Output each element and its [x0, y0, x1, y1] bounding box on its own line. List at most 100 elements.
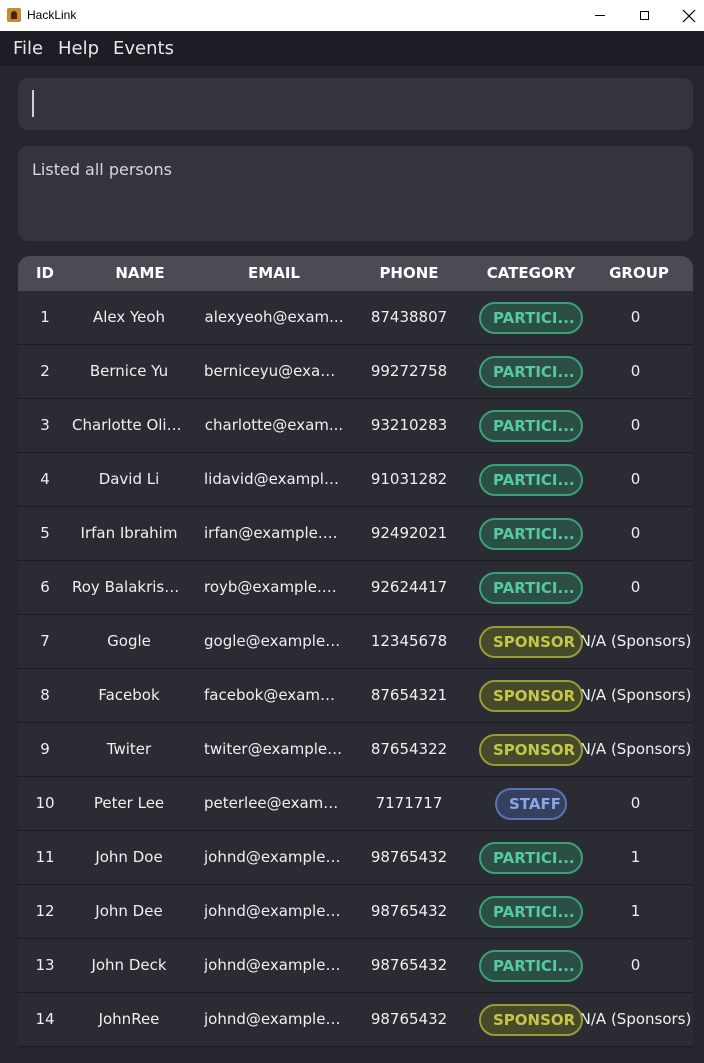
- cell-email: facebok@exampl...: [204, 686, 344, 704]
- cell-email: twiter@example....: [204, 740, 344, 758]
- cell-category: SPONSOR: [470, 615, 592, 668]
- cell-name: Roy Balakrish...: [72, 578, 186, 596]
- category-badge: PARTICI...: [479, 571, 583, 604]
- header-group[interactable]: GROUP: [592, 256, 686, 291]
- cell-id: 9: [40, 740, 50, 758]
- cell-email: berniceyu@exam...: [204, 362, 344, 380]
- minimize-icon: [595, 15, 605, 16]
- cell-id: 2: [40, 362, 50, 380]
- cell-category: PARTICI...: [470, 507, 592, 560]
- cell-name: Alex Yeoh: [92, 308, 166, 326]
- table-row[interactable]: 5 Irfan Ibrahim irfan@example.c... 92492021…: [18, 507, 693, 561]
- cell-group: 0: [630, 524, 641, 542]
- menu-events[interactable]: Events: [113, 38, 174, 59]
- cell-group: 0: [630, 578, 641, 596]
- table-row[interactable]: 1 Alex Yeoh alexyeoh@exam... 87438807 0 PARTI…: [18, 291, 693, 345]
- cell-category: PARTICI...: [470, 561, 592, 614]
- cell-id: 4: [40, 470, 50, 488]
- cell-phone: 98765432: [370, 1010, 448, 1028]
- cell-category: PARTICI...: [470, 399, 592, 452]
- menu-file[interactable]: File: [13, 38, 43, 59]
- command-box: [18, 78, 693, 130]
- table-row[interactable]: 9 Twiter twiter@example.... 87654322 N/A (Sp…: [18, 723, 693, 777]
- category-badge: PARTICI...: [479, 463, 583, 496]
- category-badge: PARTICI...: [479, 949, 583, 982]
- table-row[interactable]: 6 Roy Balakrish... royb@example.c... 926244…: [18, 561, 693, 615]
- table-row[interactable]: 14 JohnRee johnd@example.... 98765432 N/A (S…: [18, 993, 693, 1047]
- header-category[interactable]: CATEGORY: [470, 256, 592, 291]
- category-badge: PARTICI...: [479, 517, 583, 550]
- cell-name: Bernice Yu: [89, 362, 169, 380]
- cell-group: N/A (Sponsors): [579, 632, 692, 650]
- close-button[interactable]: [666, 0, 704, 31]
- table-header: ID NAME EMAIL PHONE CATEGORY GROUP: [18, 256, 693, 291]
- table-row[interactable]: 11 John Doe johnd@example.... 98765432 1 PART…: [18, 831, 693, 885]
- header-id[interactable]: ID: [18, 256, 72, 291]
- category-badge: SPONSOR: [479, 679, 583, 712]
- cell-phone: 98765432: [370, 956, 448, 974]
- cell-group: 0: [630, 470, 641, 488]
- cell-phone: 93210283: [370, 416, 448, 434]
- menu-bar: File Help Events: [0, 31, 704, 66]
- cell-name: David Li: [98, 470, 160, 488]
- cell-category: PARTICI...: [470, 345, 592, 398]
- cell-phone: 92492021: [370, 524, 448, 542]
- cell-email: johnd@example....: [204, 1010, 344, 1028]
- result-message: Listed all persons: [32, 160, 173, 179]
- cell-name: Twiter: [106, 740, 152, 758]
- cell-id: 7: [40, 632, 50, 650]
- cell-group: N/A (Sponsors): [579, 740, 692, 758]
- cell-group: 1: [630, 902, 641, 920]
- text-caret: [32, 90, 34, 117]
- cell-group: 0: [630, 956, 641, 974]
- command-input[interactable]: [30, 88, 684, 122]
- table-row[interactable]: 10 Peter Lee peterlee@examp... 7171717 0 STAF…: [18, 777, 693, 831]
- header-name[interactable]: NAME: [72, 256, 208, 291]
- table-row[interactable]: 12 John Dee johnd@example.... 98765432 1 PART…: [18, 885, 693, 939]
- cell-id: 1: [40, 308, 50, 326]
- header-phone[interactable]: PHONE: [362, 256, 456, 291]
- cell-phone: 98765432: [370, 902, 448, 920]
- table-row[interactable]: 7 Gogle gogle@example.... 12345678 N/A (Spon…: [18, 615, 693, 669]
- minimize-button[interactable]: [577, 0, 623, 31]
- cell-email: gogle@example....: [204, 632, 344, 650]
- category-badge: PARTICI...: [479, 841, 583, 874]
- table-row[interactable]: 8 Facebok facebok@exampl... 87654321 N/A (Sp…: [18, 669, 693, 723]
- table-row[interactable]: 13 John Deck johnd@example.... 98765432 0 PAR…: [18, 939, 693, 993]
- cell-name: Peter Lee: [93, 794, 165, 812]
- maximize-button[interactable]: [621, 0, 667, 31]
- app-icon: [7, 8, 21, 22]
- cell-email: lidavid@example...: [204, 470, 344, 488]
- close-icon: [682, 9, 696, 22]
- cell-category: STAFF: [470, 777, 592, 830]
- cell-id: 3: [40, 416, 50, 434]
- cell-category: PARTICI...: [470, 939, 592, 992]
- menu-help[interactable]: Help: [58, 38, 99, 59]
- cell-category: SPONSOR: [470, 669, 592, 722]
- table-row[interactable]: 2 Bernice Yu berniceyu@exam... 99272758 0 PAR…: [18, 345, 693, 399]
- cell-name: Gogle: [107, 632, 151, 650]
- cell-email: royb@example.c...: [204, 578, 344, 596]
- category-badge: SPONSOR: [479, 733, 583, 766]
- cell-phone: 99272758: [370, 362, 448, 380]
- cell-id: 10: [35, 794, 55, 812]
- cell-group: 1: [630, 848, 641, 866]
- cell-id: 11: [35, 848, 55, 866]
- table-row[interactable]: 4 David Li lidavid@example... 91031282 0 PART…: [18, 453, 693, 507]
- cell-email: johnd@example....: [204, 956, 344, 974]
- cell-category: PARTICI...: [470, 885, 592, 938]
- cell-group: 0: [630, 362, 641, 380]
- table-row[interactable]: 3 Charlotte Oliv... charlotte@exam... 93210…: [18, 399, 693, 453]
- header-email[interactable]: EMAIL: [208, 256, 340, 291]
- category-badge: PARTICI...: [479, 355, 583, 388]
- cell-category: SPONSOR: [470, 723, 592, 776]
- cell-email: johnd@example....: [204, 902, 344, 920]
- cell-phone: 98765432: [370, 848, 448, 866]
- title-bar: HackLink: [0, 0, 704, 31]
- cell-group: 0: [630, 308, 641, 326]
- cell-category: PARTICI...: [470, 291, 592, 344]
- category-badge: SPONSOR: [479, 1003, 583, 1036]
- cell-id: 5: [40, 524, 50, 542]
- cell-group: 0: [630, 416, 641, 434]
- cell-category: PARTICI...: [470, 453, 592, 506]
